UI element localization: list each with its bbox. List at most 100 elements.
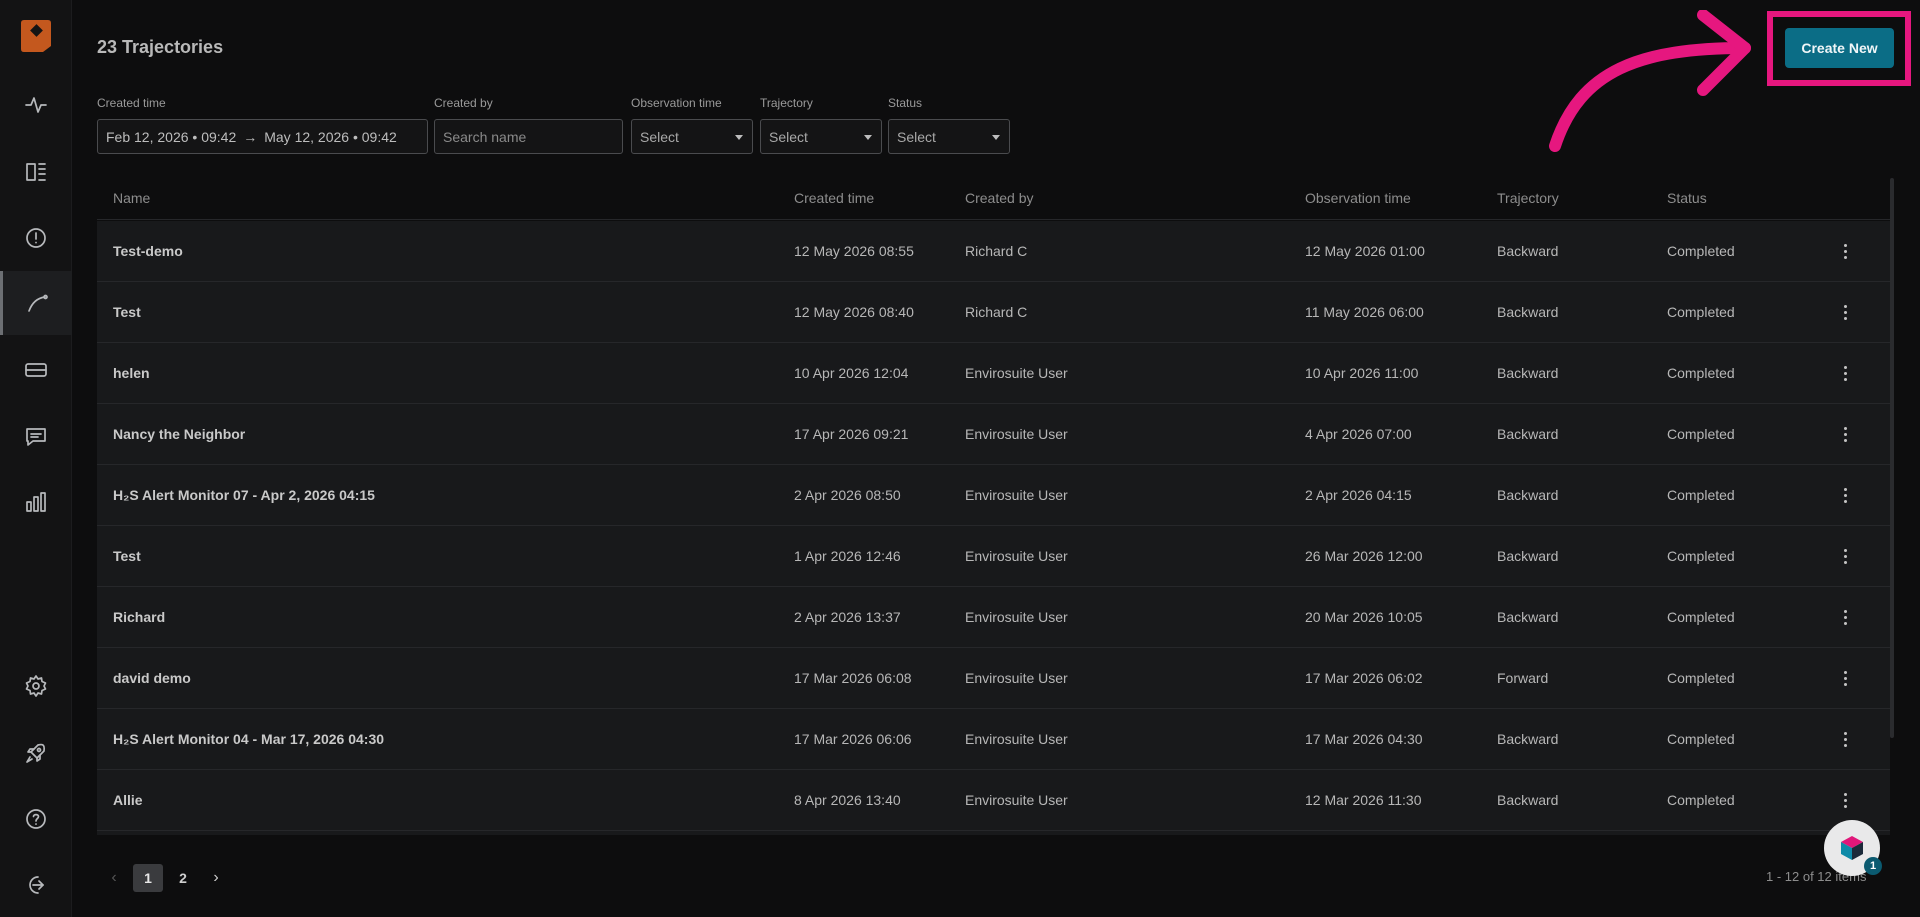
cell-created-time: 17 Mar 2026 06:08 <box>794 670 912 686</box>
table-row[interactable]: H₂S Alert Monitor 04 - Mar 17, 2026 04:3… <box>97 709 1890 770</box>
status-select[interactable]: Select <box>888 119 1010 154</box>
cell-name: david demo <box>113 670 191 686</box>
pagination-prev-button[interactable]: ‹ <box>104 864 124 892</box>
column-header-created-by[interactable]: Created by <box>965 190 1033 206</box>
table-row[interactable]: Test 12 May 2026 08:40 Richard C 11 May 202… <box>97 282 1890 343</box>
table-row[interactable]: Richard 2 Apr 2026 13:37 Envirosuite User 2… <box>97 587 1890 648</box>
activity-icon <box>25 97 47 113</box>
cell-name: Test <box>113 304 141 320</box>
row-actions-menu-icon[interactable] <box>1835 362 1855 384</box>
row-actions-menu-icon[interactable] <box>1835 606 1855 628</box>
cell-observation-time: 17 Mar 2026 06:02 <box>1305 670 1423 686</box>
sidebar-item-logout[interactable] <box>0 853 72 917</box>
pagination-page-1[interactable]: 1 <box>133 864 163 892</box>
caret-down-icon <box>864 135 872 140</box>
pointer-arrow-annotation <box>1549 10 1751 152</box>
table-row[interactable]: Test-demo 12 May 2026 08:55 Richard C 12 Ma… <box>97 221 1890 282</box>
table-row[interactable]: helen 10 Apr 2026 12:04 Envirosuite User 10… <box>97 343 1890 404</box>
created-time-range-picker[interactable]: Feb 12, 2026 • 09:42 → May 12, 2026 • 09… <box>97 119 428 154</box>
sidebar-item-help[interactable] <box>0 787 72 851</box>
cell-status: Completed <box>1667 609 1735 625</box>
cell-created-time: 2 Apr 2026 08:50 <box>794 487 901 503</box>
sidebar-item-tickets[interactable] <box>0 338 72 402</box>
cell-trajectory: Backward <box>1497 548 1559 564</box>
sidebar-item-launch[interactable] <box>0 721 72 785</box>
row-actions-menu-icon[interactable] <box>1835 789 1855 811</box>
column-header-observation-time[interactable]: Observation time <box>1305 190 1411 206</box>
sidebar-item-messages[interactable] <box>0 405 72 469</box>
search-name-input[interactable] <box>443 128 614 145</box>
logout-icon <box>29 876 44 894</box>
cell-status: Completed <box>1667 548 1735 564</box>
row-actions-menu-icon[interactable] <box>1835 667 1855 689</box>
column-header-name[interactable]: Name <box>113 190 150 206</box>
cell-trajectory: Forward <box>1497 670 1549 686</box>
cell-created-time: 12 May 2026 08:40 <box>794 304 914 320</box>
sidebar-item-alerts[interactable] <box>0 206 72 270</box>
cell-status: Completed <box>1667 426 1735 442</box>
cell-status: Completed <box>1667 243 1735 259</box>
table-row[interactable]: Allie 8 Apr 2026 13:40 Envirosuite User 12 … <box>97 770 1890 831</box>
select-value: Select <box>897 128 936 145</box>
column-header-trajectory[interactable]: Trajectory <box>1497 190 1559 206</box>
row-actions-menu-icon[interactable] <box>1835 484 1855 506</box>
cell-status: Completed <box>1667 670 1735 686</box>
create-new-button[interactable]: Create New <box>1785 28 1894 68</box>
table-row[interactable]: david demo 17 Mar 2026 06:08 Envirosuite U… <box>97 648 1890 709</box>
cell-observation-time: 10 Apr 2026 11:00 <box>1305 365 1419 381</box>
cell-created-time: 10 Apr 2026 12:04 <box>794 365 909 381</box>
row-actions-menu-icon[interactable] <box>1835 301 1855 323</box>
cell-status: Completed <box>1667 304 1735 320</box>
cell-name: H₂S Alert Monitor 07 - Apr 2, 2026 04:15 <box>113 487 375 503</box>
column-header-status[interactable]: Status <box>1667 190 1707 206</box>
cell-observation-time: 17 Mar 2026 04:30 <box>1305 731 1423 747</box>
observation-time-select[interactable]: Select <box>631 119 753 154</box>
cell-observation-time: 20 Mar 2026 10:05 <box>1305 609 1423 625</box>
row-actions-menu-icon[interactable] <box>1835 545 1855 567</box>
table-row[interactable]: Nancy the Neighbor 17 Apr 2026 09:21 Envir… <box>97 404 1890 465</box>
cell-name: helen <box>113 365 150 381</box>
table-row[interactable]: H₂S Alert Monitor 07 - Apr 2, 2026 04:15… <box>97 465 1890 526</box>
cell-observation-time: 12 May 2026 01:00 <box>1305 243 1425 259</box>
cell-observation-time: 12 Mar 2026 11:30 <box>1305 792 1422 808</box>
cell-name: Richard <box>113 609 166 625</box>
cell-created-by: Envirosuite User <box>965 426 1068 442</box>
cell-created-time: 12 May 2026 08:55 <box>794 243 914 259</box>
sidebar <box>0 0 72 917</box>
cell-name: Nancy the Neighbor <box>113 426 246 442</box>
cell-created-by: Envirosuite User <box>965 487 1068 503</box>
logo-icon[interactable] <box>21 20 51 52</box>
help-icon <box>26 809 46 829</box>
sidebar-item-dashboard[interactable] <box>0 140 72 204</box>
pagination-next-button[interactable]: › <box>206 864 226 892</box>
row-actions-menu-icon[interactable] <box>1835 240 1855 262</box>
cell-trajectory: Backward <box>1497 731 1559 747</box>
caret-down-icon <box>735 135 743 140</box>
cell-created-time: 17 Apr 2026 09:21 <box>794 426 909 442</box>
cell-created-by: Richard C <box>965 304 1028 320</box>
table-row[interactable] <box>97 831 1890 835</box>
sidebar-item-reports[interactable] <box>0 470 72 534</box>
caret-down-icon <box>992 135 1000 140</box>
cell-observation-time: 11 May 2026 06:00 <box>1305 304 1424 320</box>
table-row[interactable]: Test 1 Apr 2026 12:46 Envirosuite User 26 M… <box>97 526 1890 587</box>
cell-trajectory: Backward <box>1497 243 1559 259</box>
row-actions-menu-icon[interactable] <box>1835 728 1855 750</box>
cell-created-by: Envirosuite User <box>965 731 1068 747</box>
cell-trajectory: Backward <box>1497 304 1559 320</box>
cell-created-time: 8 Apr 2026 13:40 <box>794 792 901 808</box>
row-actions-menu-icon[interactable] <box>1835 423 1855 445</box>
sidebar-item-trajectories[interactable] <box>0 271 72 335</box>
trajectory-select[interactable]: Select <box>760 119 882 154</box>
sidebar-item-settings[interactable] <box>0 654 72 718</box>
cell-observation-time: 2 Apr 2026 04:15 <box>1305 487 1412 503</box>
assistant-logo-icon <box>1841 836 1863 860</box>
filter-label-created-time: Created time <box>97 96 166 110</box>
cell-trajectory: Backward <box>1497 487 1559 503</box>
sidebar-item-activity[interactable] <box>0 73 72 137</box>
table-scrollbar[interactable] <box>1890 178 1894 738</box>
column-header-created-time[interactable]: Created time <box>794 190 874 206</box>
cell-created-by: Envirosuite User <box>965 792 1068 808</box>
pagination-page-2[interactable]: 2 <box>168 864 198 892</box>
cell-created-by: Envirosuite User <box>965 609 1068 625</box>
